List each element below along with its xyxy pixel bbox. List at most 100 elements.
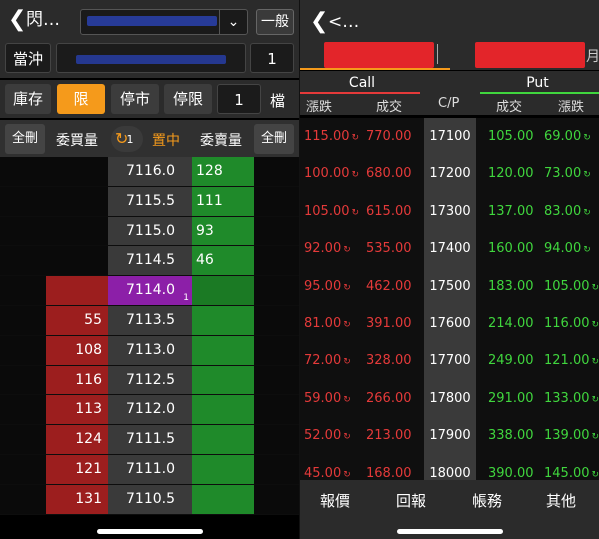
put-cell[interactable]: 137.00 83.00 ↻ bbox=[476, 192, 599, 231]
stop-limit-button[interactable]: 停限 bbox=[164, 84, 212, 114]
ask-order-cell[interactable] bbox=[254, 455, 299, 484]
call-cell[interactable]: 95.00 ↻ 462.00 bbox=[300, 267, 424, 306]
ask-order-cell[interactable] bbox=[254, 365, 299, 395]
ask-volume-cell[interactable]: 111 bbox=[192, 186, 254, 216]
ask-order-cell[interactable] bbox=[254, 186, 299, 216]
nav-other[interactable]: 其他 bbox=[546, 490, 576, 511]
call-cell[interactable]: 81.00 ↻ 391.00 bbox=[300, 305, 424, 343]
cancel-all-ask-button[interactable]: 全刪 bbox=[254, 124, 294, 154]
daytrade-button[interactable]: 當沖 bbox=[5, 43, 51, 73]
center-button[interactable]: 置中 bbox=[152, 130, 180, 150]
ask-volume-cell[interactable]: 46 bbox=[192, 246, 254, 276]
bid-order-cell[interactable] bbox=[0, 335, 46, 365]
ask-order-cell[interactable] bbox=[254, 157, 299, 186]
ask-volume-cell[interactable] bbox=[192, 425, 254, 454]
option-row[interactable]: 95.00 ↻ 462.00 17500 183.00 105.00 ↻ bbox=[300, 267, 599, 306]
ask-volume-cell[interactable] bbox=[192, 276, 254, 305]
limit-button[interactable]: 限 bbox=[57, 84, 105, 114]
nav-quote[interactable]: 報價 bbox=[320, 490, 350, 511]
redacted-tab-right[interactable] bbox=[475, 42, 585, 68]
stop-market-button[interactable]: 停市 bbox=[111, 84, 159, 114]
bid-volume-cell[interactable]: 124 bbox=[46, 425, 108, 454]
ask-order-cell[interactable] bbox=[254, 425, 299, 454]
bid-order-cell[interactable] bbox=[0, 425, 46, 454]
bid-volume-cell[interactable] bbox=[46, 246, 108, 276]
mode-button[interactable]: 一般 bbox=[256, 9, 294, 35]
ticks-input[interactable]: 1 bbox=[217, 84, 261, 114]
bid-volume-cell[interactable]: 121 bbox=[46, 455, 108, 484]
ask-order-cell[interactable] bbox=[254, 276, 299, 305]
ask-volume-cell[interactable] bbox=[192, 484, 254, 514]
inventory-button[interactable]: 庫存 bbox=[5, 84, 51, 114]
ask-volume-cell[interactable] bbox=[192, 306, 254, 335]
put-cell[interactable]: 183.00 105.00 ↻ bbox=[476, 267, 599, 306]
ask-order-cell[interactable] bbox=[254, 306, 299, 335]
ask-volume-cell[interactable]: 128 bbox=[192, 157, 254, 186]
put-cell[interactable]: 338.00 139.00 ↻ bbox=[476, 417, 599, 455]
bid-volume-cell[interactable]: 108 bbox=[46, 335, 108, 365]
redacted-tab-left[interactable] bbox=[324, 42, 434, 68]
bid-volume-cell[interactable] bbox=[46, 186, 108, 216]
option-row[interactable]: 81.00 ↻ 391.00 17600 214.00 116.00 ↻ bbox=[300, 305, 599, 343]
ask-order-cell[interactable] bbox=[254, 335, 299, 365]
option-row[interactable]: 115.00 ↻ 770.00 17100 105.00 69.00 ↻ bbox=[300, 118, 599, 156]
ask-order-cell[interactable] bbox=[254, 484, 299, 514]
bid-order-cell[interactable] bbox=[0, 484, 46, 514]
call-cell[interactable]: 52.00 ↻ 213.00 bbox=[300, 417, 424, 455]
ask-volume-cell[interactable] bbox=[192, 395, 254, 425]
option-row[interactable]: 100.00 ↻ 680.00 17200 120.00 73.00 ↻ bbox=[300, 155, 599, 193]
symbol-select[interactable]: ⌄ bbox=[80, 9, 248, 35]
put-cell[interactable]: 249.00 121.00 ↻ bbox=[476, 342, 599, 380]
option-row[interactable]: 52.00 ↻ 213.00 17900 338.00 139.00 ↻ bbox=[300, 417, 599, 455]
bid-order-cell[interactable] bbox=[0, 306, 46, 335]
option-row[interactable]: 72.00 ↻ 328.00 17700 249.00 121.00 ↻ bbox=[300, 342, 599, 380]
bid-order-cell[interactable] bbox=[0, 186, 46, 216]
put-cell[interactable]: 105.00 69.00 ↻ bbox=[476, 118, 599, 156]
call-cell[interactable]: 115.00 ↻ 770.00 bbox=[300, 118, 424, 156]
call-cell[interactable]: 105.00 ↻ 615.00 bbox=[300, 192, 424, 231]
ask-volume-cell[interactable] bbox=[192, 455, 254, 484]
ask-order-cell[interactable] bbox=[254, 216, 299, 246]
bid-order-cell[interactable] bbox=[0, 246, 46, 276]
bid-order-cell[interactable] bbox=[0, 276, 46, 305]
order-row-2: 當沖 1 bbox=[0, 38, 299, 78]
put-cell[interactable]: 291.00 133.00 ↻ bbox=[476, 379, 599, 418]
ask-volume-cell[interactable] bbox=[192, 365, 254, 395]
option-row[interactable]: 105.00 ↻ 615.00 17300 137.00 83.00 ↻ bbox=[300, 192, 599, 231]
put-cell[interactable]: 120.00 73.00 ↻ bbox=[476, 155, 599, 193]
put-cell[interactable]: 214.00 116.00 ↻ bbox=[476, 305, 599, 343]
call-cell[interactable]: 59.00 ↻ 266.00 bbox=[300, 379, 424, 418]
nav-reports[interactable]: 回報 bbox=[396, 490, 426, 511]
bid-volume-cell[interactable] bbox=[46, 157, 108, 186]
ask-volume-cell[interactable]: 93 bbox=[192, 216, 254, 246]
recenter-icon[interactable]: ↻ 1 bbox=[111, 126, 143, 152]
cancel-all-bid-button[interactable]: 全刪 bbox=[5, 124, 45, 154]
quantity-input[interactable]: 1 bbox=[250, 43, 294, 73]
bid-volume-cell[interactable] bbox=[46, 276, 108, 305]
put-cell[interactable]: 160.00 94.00 ↻ bbox=[476, 230, 599, 268]
nav-account[interactable]: 帳務 bbox=[472, 490, 502, 511]
back-icon[interactable]: ❮ bbox=[8, 8, 26, 32]
call-cell[interactable]: 100.00 ↻ 680.00 bbox=[300, 155, 424, 193]
back-icon[interactable]: ❮ bbox=[310, 10, 328, 34]
account-select[interactable] bbox=[56, 43, 246, 73]
bid-volume-cell[interactable]: 131 bbox=[46, 484, 108, 514]
ask-volume-cell[interactable] bbox=[192, 335, 254, 365]
bid-volume-cell[interactable]: 113 bbox=[46, 395, 108, 425]
chevron-down-icon[interactable]: ⌄ bbox=[219, 10, 247, 34]
call-cell[interactable]: 72.00 ↻ 328.00 bbox=[300, 342, 424, 380]
bid-order-cell[interactable] bbox=[0, 365, 46, 395]
ask-order-cell[interactable] bbox=[254, 246, 299, 276]
price-cell: 7115.5 bbox=[108, 186, 192, 216]
bid-order-cell[interactable] bbox=[0, 216, 46, 246]
bid-order-cell[interactable] bbox=[0, 157, 46, 186]
bid-volume-cell[interactable] bbox=[46, 216, 108, 246]
bid-volume-cell[interactable]: 116 bbox=[46, 365, 108, 395]
option-row[interactable]: 59.00 ↻ 266.00 17800 291.00 133.00 ↻ bbox=[300, 379, 599, 418]
call-cell[interactable]: 92.00 ↻ 535.00 bbox=[300, 230, 424, 268]
ask-order-cell[interactable] bbox=[254, 395, 299, 425]
bid-volume-cell[interactable]: 55 bbox=[46, 306, 108, 335]
bid-order-cell[interactable] bbox=[0, 395, 46, 425]
bid-order-cell[interactable] bbox=[0, 455, 46, 484]
option-row[interactable]: 92.00 ↻ 535.00 17400 160.00 94.00 ↻ bbox=[300, 230, 599, 268]
